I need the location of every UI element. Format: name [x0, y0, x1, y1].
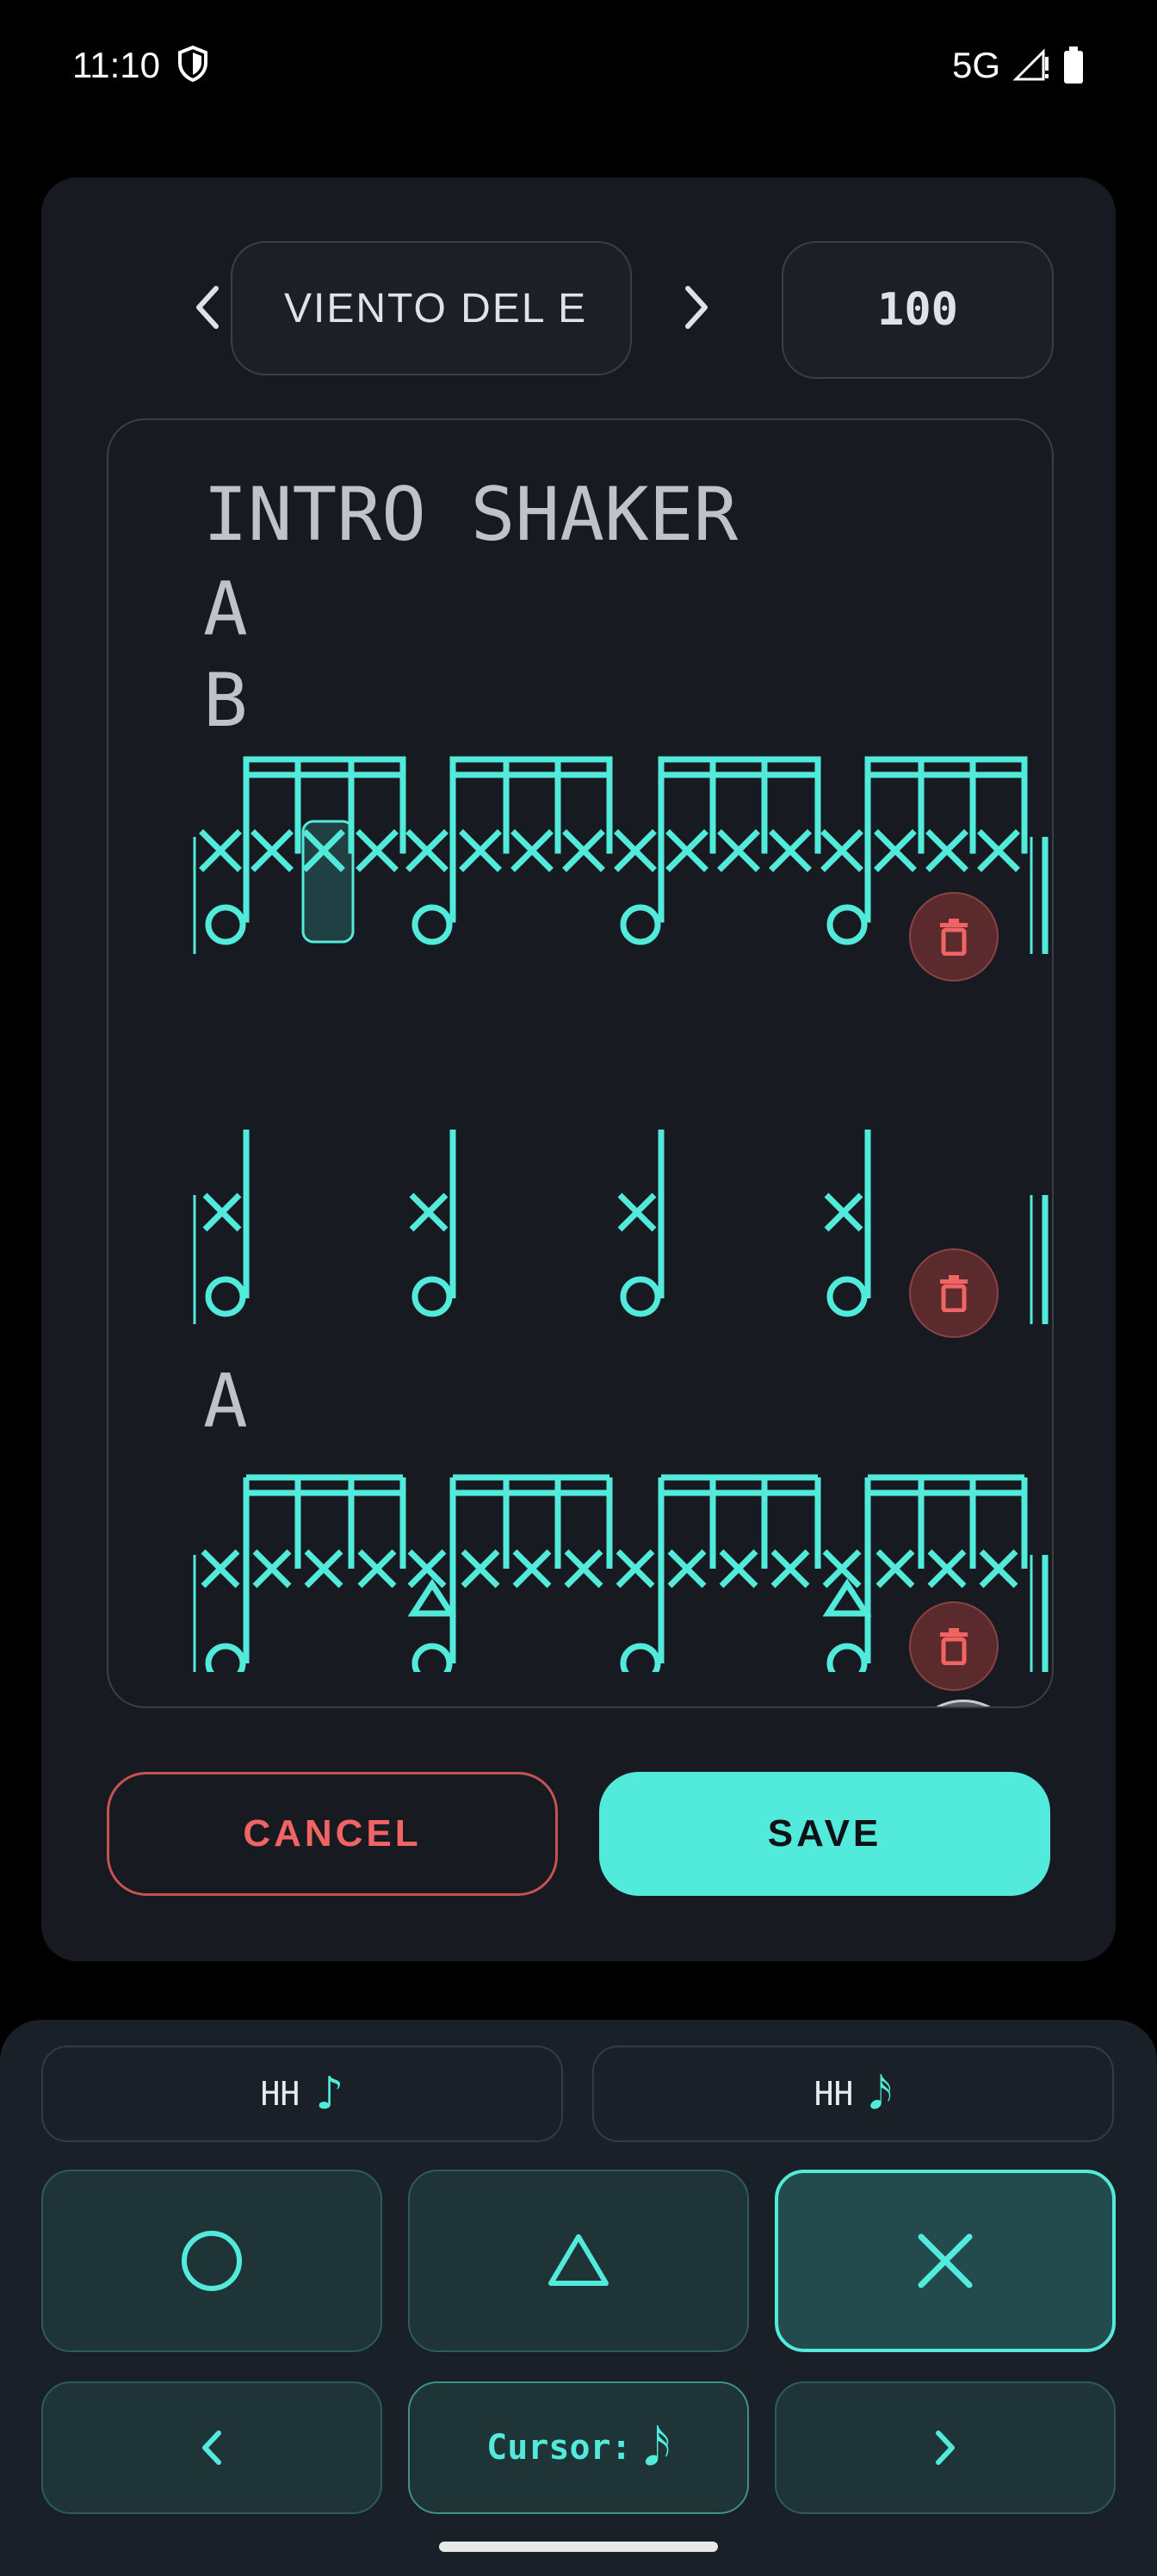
shield-icon	[177, 45, 207, 83]
status-time-text: 11:10	[72, 45, 160, 85]
triangle-note-button[interactable]	[408, 2170, 749, 2352]
trash-icon	[940, 1628, 968, 1665]
voice-button-hh-eighth[interactable]: HH ♪	[41, 2046, 563, 2142]
chevron-left-icon	[196, 286, 219, 329]
status-time: 11:10	[72, 45, 210, 86]
trash-icon	[940, 919, 968, 956]
delete-measure-button[interactable]	[909, 1601, 999, 1691]
cursor-next-button[interactable]	[775, 2381, 1116, 2514]
status-bar: 11:10 5G	[0, 0, 1157, 138]
voice-label: HH	[814, 2075, 854, 2113]
delete-measure-button[interactable]	[909, 1248, 999, 1338]
section-label: A	[203, 1359, 248, 1445]
section-label: A	[203, 567, 248, 653]
chevron-right-icon	[685, 286, 708, 329]
home-indicator[interactable]	[439, 2542, 718, 2552]
cursor-prev-button[interactable]	[41, 2381, 382, 2514]
cross-icon	[918, 2233, 973, 2288]
voice-button-hh-sixteenth[interactable]: HH 𝅘𝅥𝅯	[592, 2046, 1114, 2142]
circle-icon	[182, 2231, 242, 2291]
triangle-icon	[548, 2234, 609, 2286]
section-label: B	[203, 658, 248, 744]
edit-dialog: VIENTO DEL E 100 INTRO SHAKER A B A CANC…	[41, 177, 1116, 1961]
chevron-right-icon	[936, 2430, 955, 2465]
cross-note-button[interactable]	[775, 2170, 1116, 2352]
add-note-fab[interactable]	[906, 1700, 1021, 1706]
circle-note-button[interactable]	[41, 2170, 382, 2352]
bpm-field[interactable]: 100	[782, 241, 1054, 379]
cursor-resolution-button[interactable]: Cursor: 𝅘𝅥𝅯	[408, 2381, 749, 2514]
voice-label: HH	[260, 2075, 300, 2113]
eighth-note-icon: ♪	[315, 2068, 344, 2120]
section-label: INTRO SHAKER	[203, 472, 739, 558]
notation-editor[interactable]: INTRO SHAKER A B A	[107, 418, 1054, 1708]
trash-icon	[940, 1275, 968, 1312]
bpm-text: 100	[877, 284, 958, 336]
next-song-button[interactable]	[658, 251, 735, 363]
sixteenth-note-icon: 𝅘𝅥𝅯	[869, 2067, 893, 2120]
signal-icon	[1012, 48, 1049, 81]
measure-2[interactable]	[108, 1126, 1052, 1341]
network-type: 5G	[951, 45, 1000, 85]
input-palette: HH ♪ HH 𝅘𝅥𝅯 Cursor: 𝅘𝅥𝅯	[0, 2020, 1157, 2576]
cancel-button[interactable]: CANCEL	[107, 1772, 558, 1896]
save-button[interactable]: SAVE	[599, 1772, 1050, 1896]
sixteenth-note-icon: 𝅘𝅥𝅯	[643, 2418, 671, 2478]
song-title-field[interactable]: VIENTO DEL E	[231, 241, 632, 375]
battery-icon	[1064, 46, 1083, 84]
status-right: 5G	[952, 45, 1085, 86]
delete-measure-button[interactable]	[909, 892, 999, 981]
cursor-highlight	[301, 820, 355, 944]
song-title-text: VIENTO DEL E	[284, 285, 588, 331]
chevron-left-icon	[202, 2430, 221, 2465]
cursor-label: Cursor:	[486, 2428, 632, 2468]
